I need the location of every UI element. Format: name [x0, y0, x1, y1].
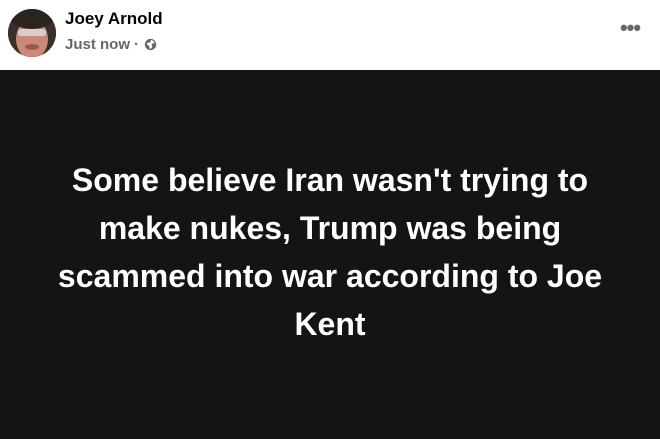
- post-header: Joey Arnold Just now · •••: [0, 0, 660, 70]
- more-options-icon: •••: [619, 15, 641, 40]
- post-body: Some believe Iran wasn't trying to make …: [0, 70, 660, 439]
- meta-separator: ·: [134, 35, 140, 53]
- timestamp-link[interactable]: Just now: [65, 36, 130, 53]
- facebook-post: Joey Arnold Just now · ••• Some believe …: [0, 0, 660, 439]
- author-name[interactable]: Joey Arnold: [65, 9, 163, 29]
- avatar[interactable]: [8, 9, 56, 57]
- more-options-button[interactable]: •••: [618, 15, 642, 43]
- post-text: Some believe Iran wasn't trying to make …: [57, 162, 603, 342]
- avatar-image: [8, 9, 56, 57]
- globe-icon[interactable]: [144, 38, 157, 51]
- post-meta: Just now ·: [65, 35, 157, 53]
